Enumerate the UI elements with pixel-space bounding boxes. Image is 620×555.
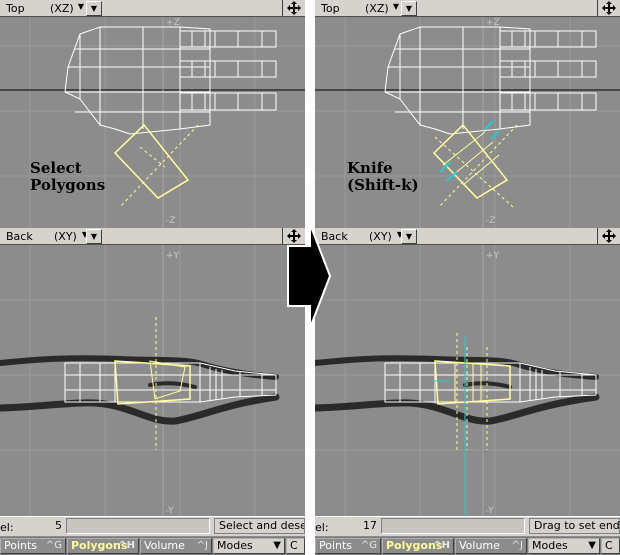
mode-label: Points: [319, 539, 353, 552]
volume-mode-button[interactable]: Volume ^J: [140, 538, 212, 554]
view-name-dropdown[interactable]: Top: [6, 2, 25, 15]
viewport-header: Back (XY) ▼ ▼: [315, 228, 620, 245]
axis-label: (XZ): [365, 2, 389, 15]
viewport-canvas[interactable]: +Z -Z Knife (Shift-k): [315, 17, 620, 228]
axis-dropdown[interactable]: (XY) ▼: [52, 229, 88, 243]
status-prefix: el:: [315, 521, 329, 534]
shortcut-label: ^H: [433, 540, 450, 551]
back-viewport[interactable]: Back (XY) ▼ ▼ +Y -Y: [315, 228, 620, 516]
status-prefix: el:: [0, 521, 14, 534]
dropdown-arrow-icon: ▼: [392, 2, 399, 11]
shortcut-label: ^G: [45, 540, 62, 551]
panel-select-polygons: Top (XZ) ▼ ▼ +Z -Z Select Polygons Back …: [0, 0, 305, 555]
axis-dropdown[interactable]: (XY) ▼: [367, 229, 403, 243]
operation-label-line1: Knife: [347, 159, 393, 177]
move-view-button[interactable]: [282, 0, 305, 16]
menu-arrow-icon: ▼: [90, 4, 98, 13]
axis-label: (XZ): [50, 2, 74, 15]
help-message: Select and desele: [214, 518, 305, 534]
viewport-header: Back (XY) ▼ ▼: [0, 228, 305, 245]
axis-bottom-label: -Z: [486, 216, 495, 226]
operation-label-line2: (Shift-k): [347, 176, 419, 194]
menu-arrow-icon: ▼: [90, 232, 98, 241]
dropdown-arrow-icon: ▼: [588, 540, 596, 551]
axis-label: (XY): [54, 230, 77, 243]
dropdown-arrow-icon: ▼: [273, 540, 281, 551]
mode-label: Volume: [459, 539, 500, 552]
back-view-wireframe: +Y -Y: [315, 245, 620, 516]
back-view-wireframe: +Y -Y: [0, 245, 305, 516]
polygons-mode-button[interactable]: Polygons ^H: [67, 538, 139, 554]
viewport-menu-button[interactable]: ▼: [401, 1, 417, 16]
axis-bottom-label: -Y: [166, 506, 174, 516]
help-message: Drag to set endpo: [529, 518, 620, 534]
viewport-header: Top (XZ) ▼ ▼: [0, 0, 305, 17]
panel-knife-tool: Top (XZ) ▼ ▼ +Z -Z Knife (Shift-k) Back …: [315, 0, 620, 555]
operation-label: Select Polygons: [30, 160, 105, 194]
mode-label: Modes: [532, 539, 568, 552]
mode-label: Modes: [217, 539, 253, 552]
selection-count: 5: [55, 519, 62, 532]
view-name-dropdown[interactable]: Back: [6, 230, 33, 243]
viewport-menu-button[interactable]: ▼: [401, 229, 417, 244]
mode-label: Volume: [144, 539, 185, 552]
view-name-dropdown[interactable]: Top: [321, 2, 340, 15]
c-button[interactable]: C: [286, 538, 305, 554]
move-arrows-icon: [602, 1, 616, 15]
move-view-button[interactable]: [597, 228, 620, 244]
menu-arrow-icon: ▼: [405, 232, 413, 241]
axis-dropdown[interactable]: (XZ) ▼: [48, 1, 84, 15]
points-mode-button[interactable]: Points ^G: [0, 538, 66, 554]
viewport-canvas[interactable]: +Z -Z Select Polygons: [0, 17, 305, 228]
mode-label: Points: [4, 539, 38, 552]
top-viewport[interactable]: Top (XZ) ▼ ▼ +Z -Z: [315, 0, 620, 228]
mode-label: C: [605, 539, 613, 552]
status-bar: el: 5 Select and desele: [0, 516, 305, 536]
points-mode-button[interactable]: Points ^G: [315, 538, 381, 554]
dropdown-arrow-icon: ▼: [77, 2, 84, 11]
c-button[interactable]: C: [601, 538, 620, 554]
numeric-field[interactable]: [381, 518, 525, 534]
volume-mode-button[interactable]: Volume ^J: [455, 538, 527, 554]
operation-label-line1: Select: [30, 159, 82, 177]
top-view-wireframe: +Z -Z: [0, 17, 305, 228]
viewport-menu-button[interactable]: ▼: [86, 229, 102, 244]
move-arrows-icon: [287, 1, 301, 15]
viewport-header: Top (XZ) ▼ ▼: [315, 0, 620, 17]
top-view-wireframe: +Z -Z: [315, 17, 620, 228]
numeric-field[interactable]: [66, 518, 210, 534]
selection-count: 17: [363, 519, 377, 532]
selection-mode-bar: Points ^G Polygons ^H Volume ^J Modes ▼ …: [0, 537, 305, 555]
move-arrows-icon: [602, 229, 616, 243]
shortcut-label: ^G: [360, 540, 377, 551]
axis-label: (XY): [369, 230, 392, 243]
polygons-mode-button[interactable]: Polygons ^H: [382, 538, 454, 554]
menu-arrow-icon: ▼: [405, 4, 413, 13]
operation-label: Knife (Shift-k): [347, 160, 419, 194]
shortcut-label: ^H: [118, 540, 135, 551]
back-viewport[interactable]: Back (XY) ▼ ▼ +Y -Y: [0, 228, 305, 516]
modes-dropdown[interactable]: Modes ▼: [213, 538, 285, 554]
axis-bottom-label: -Y: [486, 506, 494, 516]
modes-dropdown[interactable]: Modes ▼: [528, 538, 600, 554]
axis-top-label: +Y: [166, 251, 180, 261]
viewport-canvas[interactable]: +Y -Y: [315, 245, 620, 516]
selection-mode-bar: Points ^G Polygons ^H Volume ^J Modes ▼ …: [315, 537, 620, 555]
mode-label: C: [290, 539, 298, 552]
axis-dropdown[interactable]: (XZ) ▼: [363, 1, 399, 15]
axis-top-label: +Y: [486, 251, 500, 261]
status-bar: el: 17 Drag to set endpo: [315, 516, 620, 536]
top-viewport[interactable]: Top (XZ) ▼ ▼ +Z -Z: [0, 0, 305, 228]
viewport-canvas[interactable]: +Y -Y: [0, 245, 305, 516]
axis-bottom-label: -Z: [166, 216, 175, 226]
operation-label-line2: Polygons: [30, 176, 106, 194]
move-view-button[interactable]: [597, 0, 620, 16]
shortcut-label: ^J: [196, 540, 208, 551]
transition-arrow-icon: [287, 223, 332, 329]
viewport-menu-button[interactable]: ▼: [86, 1, 102, 16]
shortcut-label: ^J: [511, 540, 523, 551]
